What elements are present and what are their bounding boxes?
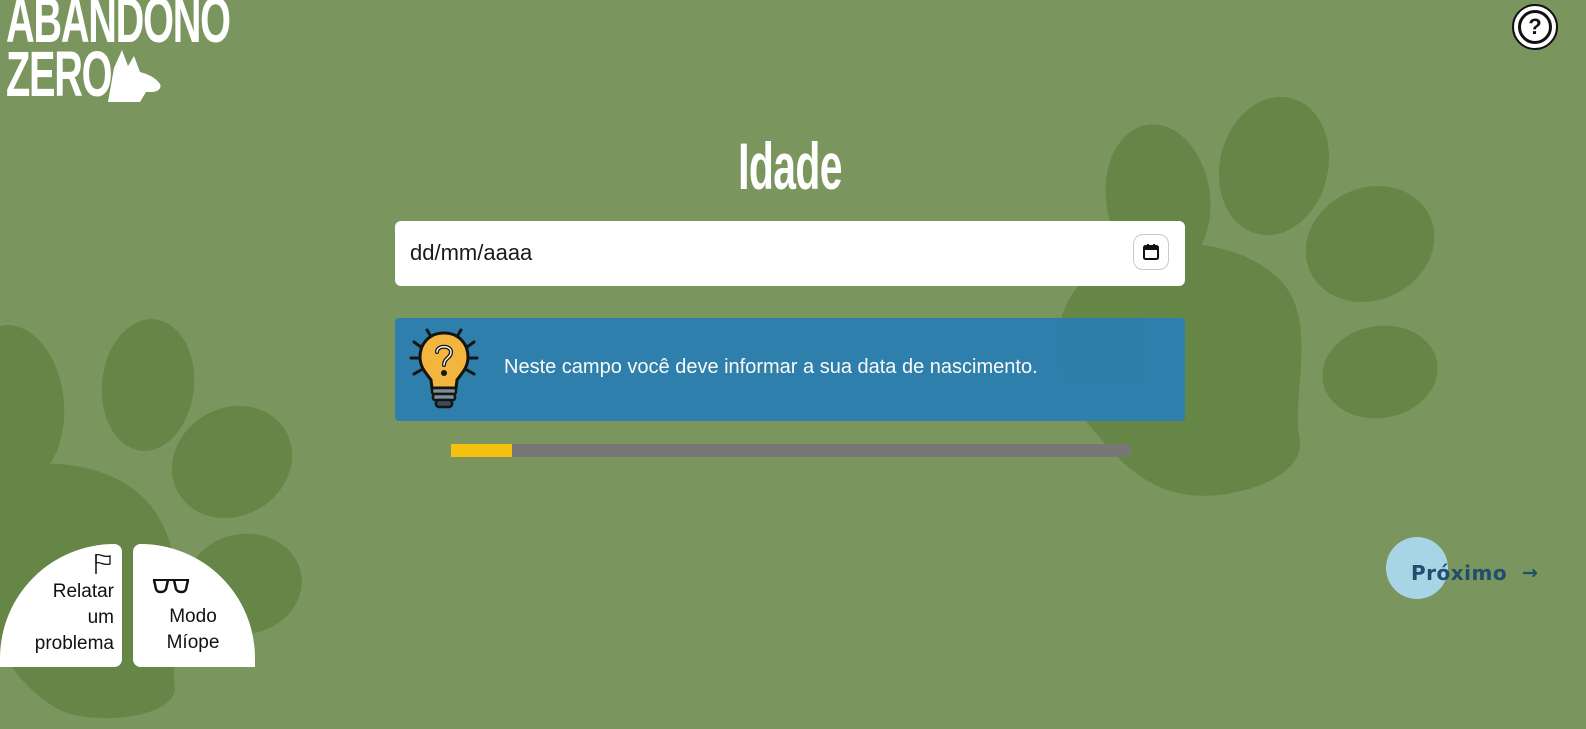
report-problem-line: Relatar <box>52 581 114 602</box>
flag-icon <box>95 553 111 574</box>
info-hint-box: Neste campo você deve informar a sua dat… <box>395 318 1185 421</box>
help-button-label: ? <box>1518 10 1552 44</box>
report-problem-line: problema <box>34 633 114 654</box>
report-problem-label: Relatar um problema <box>4 579 114 657</box>
abandono-zero-logo[interactable]: ABANDONO ZERO <box>4 0 231 110</box>
next-button-label: Próximo <box>1411 561 1508 585</box>
help-button[interactable]: ? <box>1512 4 1558 50</box>
progress-bar <box>451 444 1130 457</box>
myopia-mode-label: Modo Míope <box>147 604 239 656</box>
calendar-icon <box>1143 244 1159 260</box>
arrow-right-icon: → <box>1522 562 1538 584</box>
birth-date-input[interactable]: dd/mm/aaaa <box>395 221 1185 286</box>
progress-bar-fill <box>451 444 513 457</box>
page-title: Idade <box>738 129 842 203</box>
myopia-mode-line: Modo <box>169 606 217 627</box>
lightbulb-question-icon <box>409 328 479 409</box>
report-problem-line: um <box>87 607 114 628</box>
question-circle-icon: ? <box>1512 4 1558 50</box>
myopia-mode-line: Míope <box>166 632 220 653</box>
info-hint-text: Neste campo você deve informar a sua dat… <box>504 356 1038 378</box>
calendar-picker-button[interactable] <box>1133 234 1169 270</box>
glasses-icon <box>152 579 190 594</box>
next-button[interactable]: Próximo → <box>1386 537 1566 599</box>
date-input-placeholder: dd/mm/aaaa <box>410 240 533 265</box>
dog-head-icon <box>108 50 161 102</box>
logo-line-2: ZERO <box>6 38 113 110</box>
